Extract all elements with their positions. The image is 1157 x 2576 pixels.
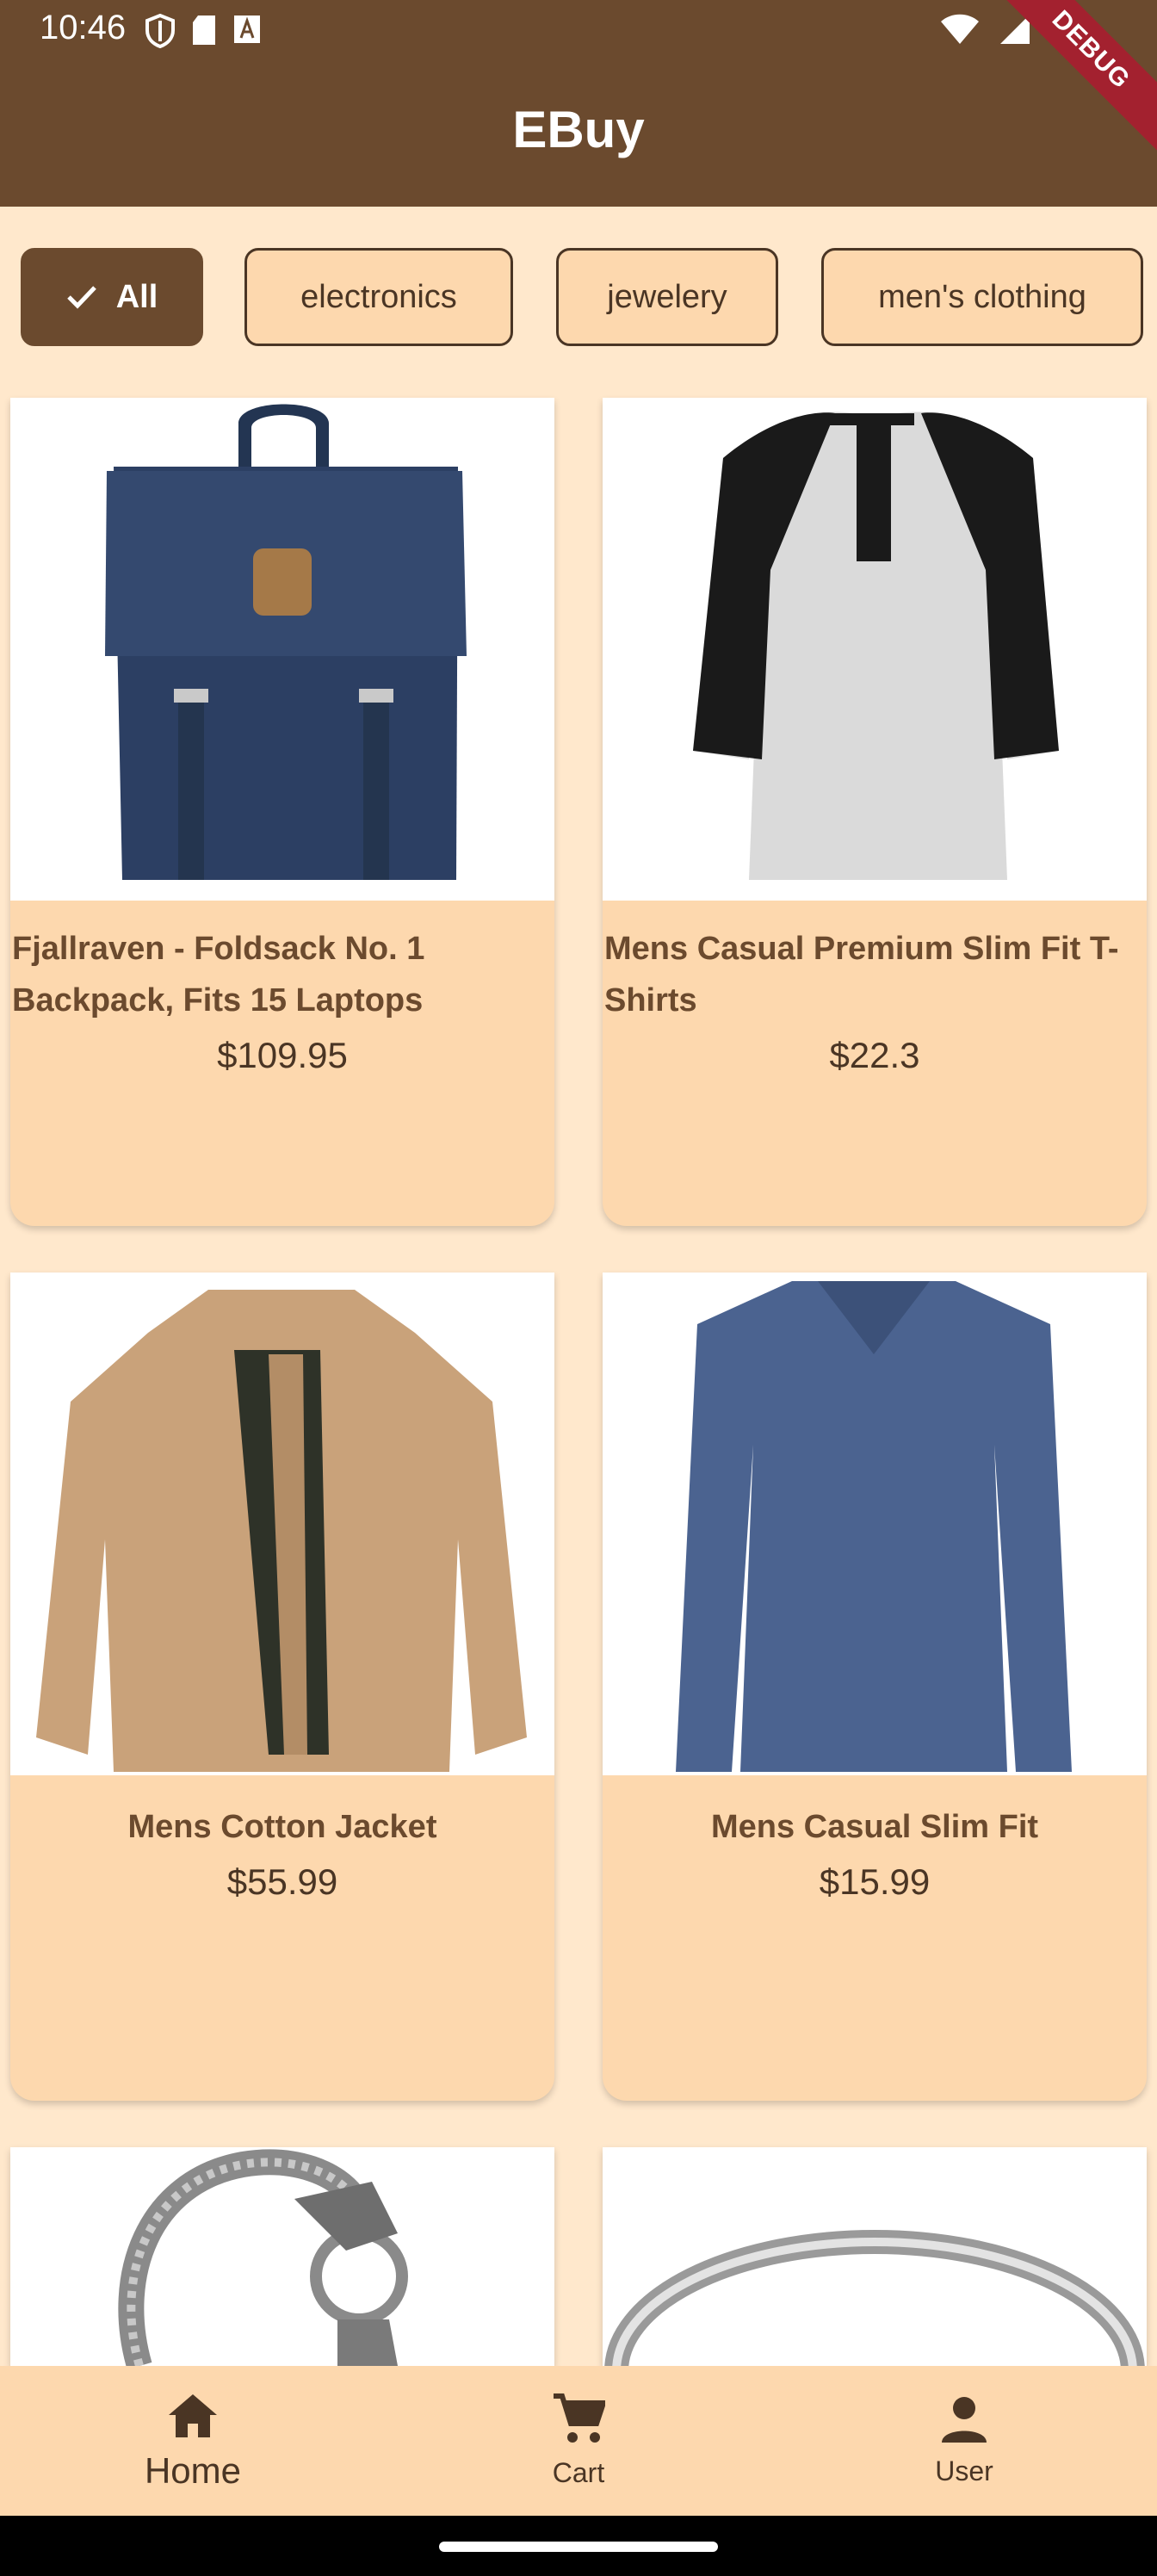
sd-card-icon bbox=[191, 14, 217, 53]
product-card[interactable]: Mens Casual Slim Fit $15.99 bbox=[603, 1273, 1147, 2101]
product-image bbox=[10, 398, 554, 901]
status-time: 10:46 bbox=[40, 9, 127, 46]
jacket-image bbox=[36, 1290, 527, 1772]
check-icon bbox=[66, 284, 97, 310]
chip-jewelery[interactable]: jewelery bbox=[556, 248, 778, 346]
category-filter: All electronics jewelery men's clothing bbox=[0, 248, 1157, 346]
status-bar: 10:46 bbox=[0, 0, 1157, 62]
product-price: $55.99 bbox=[226, 1861, 338, 1902]
chip-electronics[interactable]: electronics bbox=[244, 248, 513, 346]
longsleeve-shirt-image bbox=[676, 1281, 1072, 1772]
product-title: Mens Casual Premium Slim Fit T-Shirts bbox=[604, 931, 1119, 1019]
nav-home[interactable]: Home bbox=[0, 2366, 386, 2516]
product-card[interactable] bbox=[10, 2147, 554, 2366]
page-title: EBuy bbox=[512, 101, 645, 158]
home-icon bbox=[167, 2391, 219, 2443]
shield-icon bbox=[145, 13, 176, 53]
product-image bbox=[603, 2147, 1147, 2366]
chip-label: electronics bbox=[300, 278, 457, 315]
chip-mens-clothing[interactable]: men's clothing bbox=[821, 248, 1143, 346]
nav-label: User bbox=[935, 2455, 993, 2486]
wifi-icon bbox=[940, 13, 980, 50]
chip-all[interactable]: All bbox=[21, 248, 203, 346]
cart-icon bbox=[552, 2393, 608, 2450]
product-card[interactable]: Mens Casual Premium Slim Fit T-Shirts $2… bbox=[603, 398, 1147, 1226]
product-title: Mens Cotton Jacket bbox=[127, 1809, 437, 1845]
bottom-navigation: Home Cart User bbox=[0, 2366, 1157, 2516]
product-card[interactable]: Mens Cotton Jacket $55.99 bbox=[10, 1273, 554, 2101]
product-card[interactable]: Fjallraven - Foldsack No. 1 Backpack, Fi… bbox=[10, 398, 554, 1226]
nav-label: Home bbox=[144, 2449, 242, 2491]
raglan-shirt-image bbox=[693, 412, 1059, 880]
product-image bbox=[10, 2147, 554, 2366]
product-price: $15.99 bbox=[819, 1861, 931, 1902]
product-title: Fjallraven - Foldsack No. 1 Backpack, Fi… bbox=[12, 931, 425, 1019]
app-bar: 10:46 EBuy DEBUG bbox=[0, 0, 1157, 207]
product-image bbox=[603, 398, 1147, 901]
dragon-bracelet-image bbox=[118, 2149, 408, 2366]
nav-label: Cart bbox=[552, 2457, 605, 2488]
font-a-icon bbox=[232, 14, 262, 53]
chip-label: men's clothing bbox=[878, 278, 1086, 315]
silver-ring-image bbox=[604, 2230, 1145, 2366]
product-image bbox=[603, 1273, 1147, 1775]
product-price: $109.95 bbox=[217, 1035, 348, 1075]
nav-cart[interactable]: Cart bbox=[386, 2366, 771, 2516]
chip-label: jewelery bbox=[607, 278, 727, 315]
chip-label: All bbox=[115, 278, 158, 315]
product-image bbox=[10, 1273, 554, 1775]
nav-user[interactable]: User bbox=[771, 2366, 1157, 2516]
user-icon bbox=[940, 2394, 988, 2449]
backpack-image bbox=[105, 404, 467, 880]
product-price: $22.3 bbox=[829, 1035, 920, 1075]
product-title: Mens Casual Slim Fit bbox=[710, 1809, 1039, 1845]
gesture-handle[interactable] bbox=[439, 2542, 718, 2552]
status-icons-left bbox=[145, 13, 262, 53]
system-navigation-bar bbox=[0, 2516, 1157, 2576]
product-card[interactable] bbox=[603, 2147, 1147, 2366]
